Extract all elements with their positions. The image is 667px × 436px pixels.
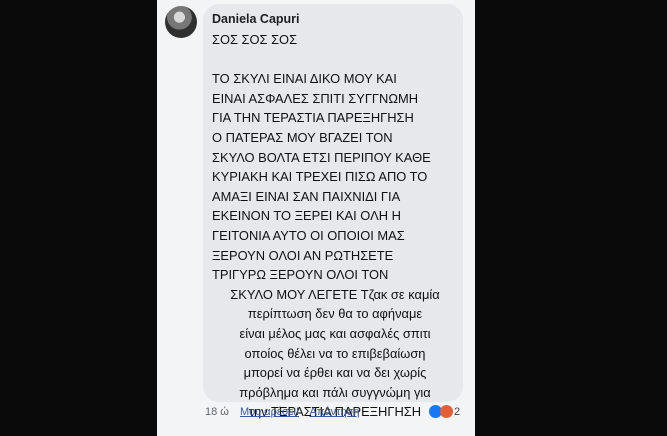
comment-line: οποίος θέλει να το επιβεβαίωση	[244, 345, 426, 361]
timestamp[interactable]: 18 ώ	[205, 406, 229, 418]
comment-line: μπορεί να έρθει και να δει χωρίς	[243, 365, 427, 381]
comment-line: περίπτωση δεν θα το αφήναμε	[247, 306, 423, 322]
angry-icon	[440, 405, 453, 418]
comment-line: ΚΥΡΙΑΚΗ ΚΑΙ ΤΡΕΧΕΙ ΠΙΣΩ ΑΠΟ ΤΟ	[212, 169, 428, 185]
comment-line: ΣΚΥΛΟ ΜΟΥ ΛΕΓΕΤΕ Τζακ σε καμία	[230, 286, 440, 302]
comment-line: ΑΜΑΞΙ ΕΙΝΑΙ ΣΑΝ ΠΑΙΧΝΙΔΙ ΓΙΑ	[212, 188, 401, 204]
comment-line: ΤΟ ΣΚΥΛΙ ΕΙΝΑΙ ΔΙΚΟ ΜΟΥ ΚΑΙ	[212, 71, 397, 87]
comment-screen: Daniela Capuri ΣΟΣ ΣΟΣ ΣΟΣ ΤΟ ΣΚΥΛΙ ΕΙΝΑ…	[157, 0, 475, 436]
like-button[interactable]: Μου αρέσει!	[240, 406, 299, 418]
comment-line: Ο ΠΑΤΕΡΑΣ ΜΟΥ ΒΓΑΖΕΙ ΤΟΝ	[212, 129, 393, 145]
comment-line: ΕΙΝΑΙ ΑΣΦΑΛΕΣ ΣΠΙΤΙ ΣΥΓΓΝΩΜΗ	[212, 90, 419, 106]
comment-actions: 18 ώ Μου αρέσει! Απάντηση	[205, 406, 367, 418]
avatar[interactable]	[165, 6, 197, 38]
comment-text: ΣΟΣ ΣΟΣ ΣΟΣ ΤΟ ΣΚΥΛΙ ΕΙΝΑΙ ΔΙΚΟ ΜΟΥ ΚΑΙ Ε…	[212, 30, 458, 422]
comment-line: ΓΕΙΤΟΝΙΑ ΑΥΤΟ ΟΙ ΟΠΟΙΟΙ ΜΑΣ	[212, 227, 405, 243]
comment-line: ΣΚΥΛΟ ΒΟΛΤΑ ΕΤΣΙ ΠΕΡΙΠΟΥ ΚΑΘΕ	[212, 149, 431, 165]
comment-line: ΕΚΕΙΝΟΝ ΤΟ ΞΕΡΕΙ ΚΑΙ ΟΛΗ Η	[212, 208, 401, 224]
comment-line: ΤΡΙΓΥΡΩ ΞΕΡΟΥΝ ΟΛΟΙ ΤΟΝ	[212, 267, 389, 283]
reaction-summary[interactable]: 2	[429, 405, 460, 418]
comment-line: είναι μέλος μας και ασφαλές σπιτι	[239, 325, 431, 341]
comment-line: ΣΟΣ ΣΟΣ ΣΟΣ	[212, 32, 298, 47]
comment-bubble: Daniela Capuri ΣΟΣ ΣΟΣ ΣΟΣ ΤΟ ΣΚΥΛΙ ΕΙΝΑ…	[203, 4, 463, 419]
comment-line	[212, 50, 458, 70]
comment-line: ΞΕΡΟΥΝ ΟΛΟΙ ΑΝ ΡΩΤΗΣΕΤΕ	[212, 247, 394, 263]
comment-author[interactable]: Daniela Capuri	[212, 12, 300, 26]
comment-line: πρόβλημα και πάλι συγγνώμη για	[239, 384, 431, 400]
reply-button[interactable]: Απάντηση	[309, 406, 359, 418]
reaction-count: 2	[454, 405, 461, 418]
comment-line: ΓΙΑ ΤΗΝ ΤΕΡΑΣΤΙΑ ΠΑΡΕΞΗΓΗΣΗ	[212, 110, 414, 126]
